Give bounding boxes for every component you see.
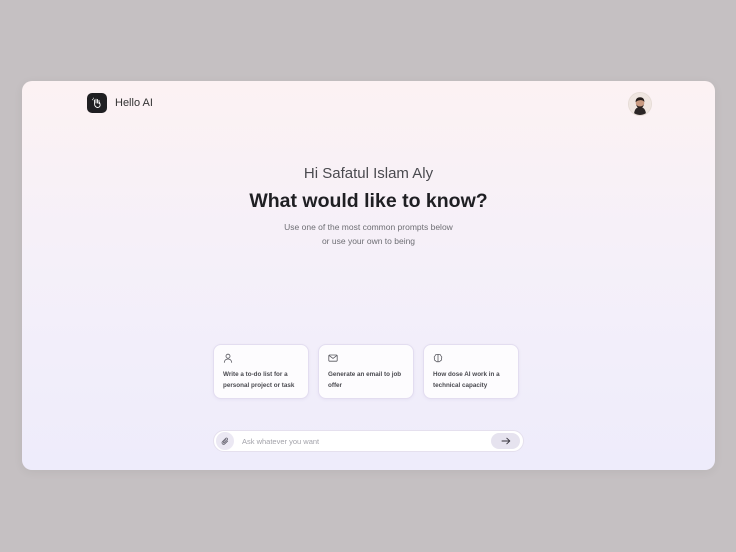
subtitle-line-2: or use your own to being xyxy=(321,236,416,246)
prompt-card-email[interactable]: Generate an email to job offer xyxy=(318,344,414,399)
mail-icon xyxy=(328,354,338,362)
subtitle: Use one of the most common prompts below… xyxy=(22,220,715,248)
greeting: Hi Safatul Islam Aly xyxy=(303,165,434,182)
prompt-card-todo[interactable]: Write a to-do list for a personal projec… xyxy=(213,344,309,399)
user-avatar[interactable] xyxy=(628,92,652,116)
hero: Hi Safatul Islam Aly What would like to … xyxy=(22,164,715,248)
card-text: How dose AI work in a technical capacity xyxy=(433,371,500,389)
prompt-bar xyxy=(213,430,524,452)
waving-hand-icon xyxy=(87,93,107,113)
subtitle-line-1: Use one of the most common prompts below xyxy=(284,222,453,232)
card-text: Write a to-do list for a personal projec… xyxy=(223,371,295,389)
attach-button[interactable] xyxy=(216,432,234,450)
card-text: Generate an email to job offer xyxy=(328,371,402,389)
brand[interactable]: Hello AI xyxy=(87,93,153,113)
user-icon xyxy=(223,353,233,363)
prompt-card-ai[interactable]: How dose AI work in a technical capacity xyxy=(423,344,519,399)
send-button[interactable] xyxy=(491,433,520,449)
app-name: Hello AI xyxy=(115,97,153,109)
prompt-input[interactable] xyxy=(242,433,491,449)
app-window: Hello AI Hi Safatul Islam Aly What would… xyxy=(22,81,715,470)
paperclip-icon xyxy=(221,437,228,445)
page-title: What would like to know? xyxy=(249,190,488,212)
prompt-cards: Write a to-do list for a personal projec… xyxy=(213,344,519,399)
arrow-right-icon xyxy=(501,437,510,445)
brain-icon xyxy=(433,353,443,363)
